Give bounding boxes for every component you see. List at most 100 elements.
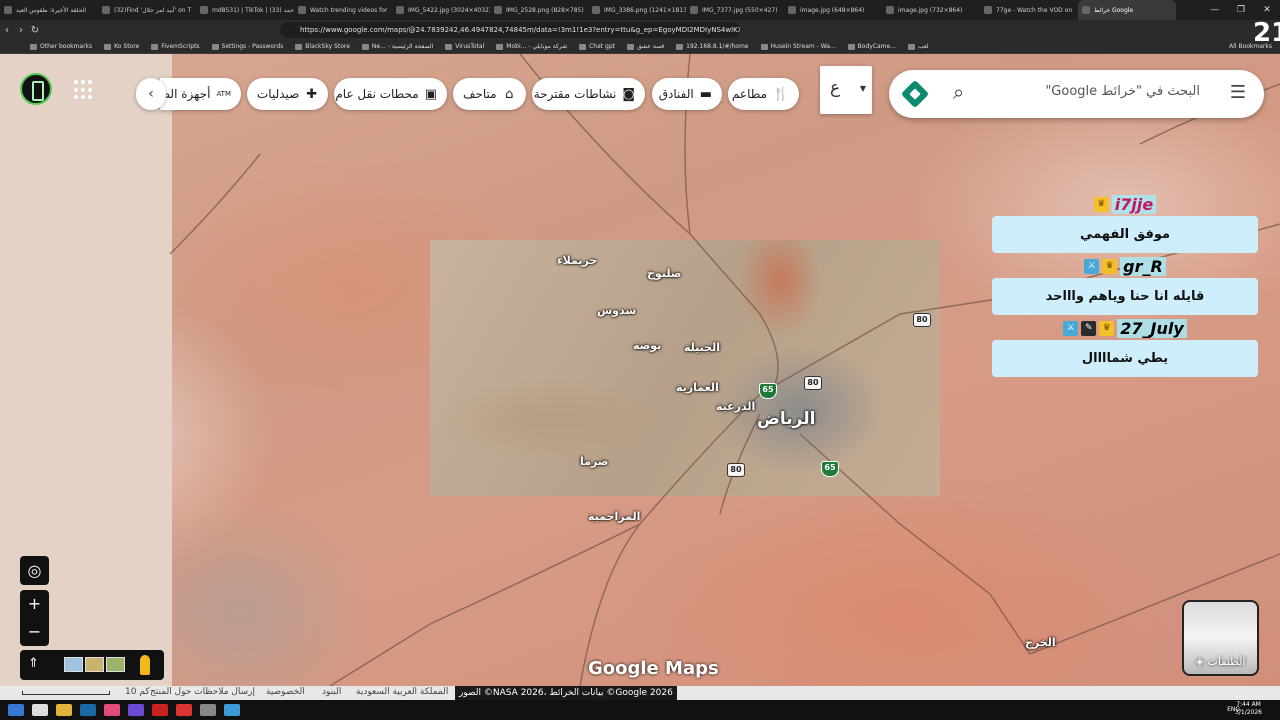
map-label-diriyah[interactable]: الدرعية (716, 400, 755, 413)
minimize-icon[interactable]: — (1202, 0, 1228, 20)
search-input[interactable]: البحث في "خرائط Google" (1045, 84, 1200, 99)
browser-tab[interactable]: IMG_5422.jpg (3024×4032) (392, 0, 490, 20)
bookmark-icon (151, 43, 159, 50)
system-clock[interactable]: 7:44 AM 3/1/2026 (1235, 701, 1262, 717)
browser-tab[interactable]: image.jpg (732×864) (882, 0, 980, 20)
app-icon[interactable] (104, 704, 120, 716)
road-shield: 80 (727, 463, 745, 477)
chip-museums[interactable]: ⌂ متاحف (453, 78, 526, 110)
region-link[interactable]: المملكة العربية السعودية (356, 687, 448, 697)
steam-icon[interactable] (80, 704, 96, 716)
chip-pharmacies[interactable]: ✚ صيدليات (247, 78, 328, 110)
app-icon[interactable] (152, 704, 168, 716)
terms-link[interactable]: البنود (322, 687, 341, 697)
discord-icon[interactable] (128, 704, 144, 716)
browser-tab[interactable]: image.jpg (648×864) (784, 0, 882, 20)
search-taskbar-icon[interactable] (32, 704, 48, 716)
map-label-dhurma[interactable]: ضرما (580, 455, 608, 468)
start-icon[interactable] (8, 704, 24, 716)
bookmark-item[interactable]: BlackSky Store (295, 43, 350, 50)
close-icon[interactable]: ✕ (1254, 0, 1280, 20)
tab-title: IMG_7377.jpg (550×427) (702, 6, 778, 14)
map-canvas[interactable]: حريملاء صلبوخ سدوس بوضة الجبيلة العمارية… (0, 54, 1280, 686)
tab-favicon-icon (494, 6, 502, 14)
bookmark-item[interactable]: Settings - Passwords (211, 43, 283, 50)
input-language-selector[interactable]: ع ▼ (820, 66, 872, 114)
terrain-thumbnail[interactable] (64, 657, 83, 672)
map-label-bawdah[interactable]: بوضة (633, 339, 661, 352)
directions-icon[interactable] (900, 79, 930, 109)
url-field[interactable]: https://www.google.com/maps/@24.7839242,… (280, 22, 740, 38)
zoom-in-button[interactable]: + (20, 590, 49, 618)
bookmark-item[interactable]: FivemScripts (151, 43, 200, 50)
browser-tab[interactable]: IMG_2528.png (828×785) (490, 0, 588, 20)
browser-tab[interactable]: IMG_7377.jpg (550×427) (686, 0, 784, 20)
layers-button[interactable]: الطبقات ◈ (1182, 600, 1259, 676)
map-label-alammariyah[interactable]: العمارية (676, 381, 719, 394)
bookmark-icon (760, 43, 768, 50)
apps-grid-icon[interactable] (74, 80, 94, 100)
back-icon[interactable]: ‹ (0, 25, 14, 36)
browser-tab[interactable]: IMG_3386.png (1241×1813) (588, 0, 686, 20)
chip-things-to-do[interactable]: ◙ نشاطات مقترحة (532, 78, 645, 110)
museum-icon: ⌂ (505, 86, 514, 102)
bookmark-item[interactable]: Chat gpt (579, 43, 615, 50)
bookmark-item[interactable]: Ne... - الصفحة الرئيسية (361, 43, 433, 50)
my-location-button[interactable]: ◎ (20, 556, 49, 585)
browser-tab[interactable]: md8531) | TikTok | حمد (33) (196, 0, 294, 20)
privacy-link[interactable]: الخصوصية (266, 687, 305, 697)
browser-tab[interactable]: Watch trending videos for (294, 0, 392, 20)
map-thumbnail[interactable] (106, 657, 125, 672)
bookmark-icon (907, 43, 915, 50)
search-box[interactable]: ☰ البحث في "خرائط Google" ⌕ (889, 70, 1264, 118)
search-icon[interactable]: ⌕ (953, 80, 964, 104)
map-label-salbukh[interactable]: صلبوخ (647, 267, 681, 280)
bookmark-item[interactable]: Husein Stream - Wa... (760, 43, 836, 50)
map-label-sadus[interactable]: سدوس (597, 304, 636, 317)
pegman-icon[interactable] (140, 655, 150, 675)
bookmark-item[interactable]: 192.168.8.1/#/home (676, 43, 749, 50)
bookmark-item[interactable]: VirusTotal (445, 43, 484, 50)
expand-up-icon[interactable]: ⇑ (28, 656, 39, 671)
bookmark-label: Mobi... - شركة موبايلي (506, 43, 568, 50)
bookmark-item[interactable]: Mobi... - شركة موبايلي (496, 43, 567, 50)
zoom-out-button[interactable]: − (20, 618, 49, 646)
browser-tab-active[interactable]: خرائط Google (1078, 0, 1176, 20)
map-label-riyadh[interactable]: الرياض (757, 409, 815, 429)
chat-text: قايله انا حنا وياهم واااحد (992, 278, 1258, 315)
maximize-icon[interactable]: ❐ (1228, 0, 1254, 20)
tab-title: الحلقة الأخيرة: طقوس العيد (16, 6, 86, 14)
chat-text: يطي شماااال (992, 340, 1258, 377)
menu-icon[interactable]: ☰ (1230, 84, 1246, 102)
browser-tab[interactable]: (32)Find 'أبيد لمر حلال' on T (98, 0, 196, 20)
explorer-icon[interactable] (56, 704, 72, 716)
browser-tab[interactable]: 77ge - Watch the VOD on (980, 0, 1078, 20)
bookmark-item[interactable]: قصة عشق (627, 43, 664, 50)
map-label-muzahmiyah[interactable]: المزاحمية (588, 510, 640, 523)
chip-transit[interactable]: ▣ محطات نقل عام (334, 78, 447, 110)
chrome-icon[interactable] (176, 704, 192, 716)
bookmark-item[interactable]: BodyCame... (847, 43, 896, 50)
reload-icon[interactable]: ↻ (28, 25, 42, 36)
bookmark-item[interactable]: Other bookmarks (30, 43, 92, 50)
map-label-aljubailah[interactable]: الجبيلة (684, 341, 720, 354)
tab-title: image.jpg (648×864) (800, 6, 865, 14)
bookmark-item[interactable]: Ko Store (104, 43, 139, 50)
map-label-kharj[interactable]: الخرج (1025, 636, 1056, 649)
tab-title: IMG_2528.png (828×785) (506, 6, 584, 14)
chip-atms[interactable]: ATM أجهزة الص (160, 78, 241, 110)
scale-bar[interactable] (22, 691, 110, 695)
feedback-link[interactable]: إرسال ملاحظات حول المنتج (150, 687, 255, 697)
app-icon[interactable] (224, 704, 240, 716)
app-icon[interactable] (200, 704, 216, 716)
map-label-huraymila[interactable]: حريملاء (557, 254, 597, 267)
tab-favicon-icon (886, 6, 894, 14)
chip-restaurants[interactable]: 🍴 مطاعم (728, 78, 799, 110)
app-logo[interactable] (20, 73, 52, 105)
chip-hotels[interactable]: ▬ الفنادق (652, 78, 722, 110)
forward-icon[interactable]: › (14, 25, 28, 36)
browser-tab[interactable]: الحلقة الأخيرة: طقوس العيد (0, 0, 98, 20)
satellite-thumbnail[interactable] (85, 657, 104, 672)
chips-scroll-next-button[interactable]: ‹ (136, 78, 166, 110)
bookmark-item[interactable]: لعب (907, 43, 929, 50)
